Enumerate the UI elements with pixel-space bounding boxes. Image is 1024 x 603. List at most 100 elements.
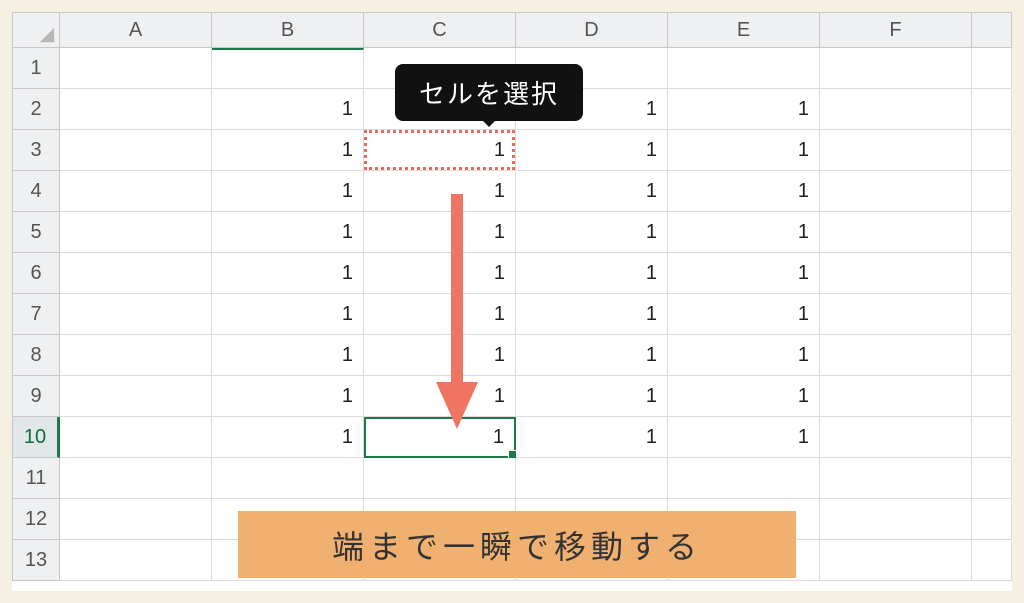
cell-C11[interactable]	[364, 458, 516, 499]
cell-F7[interactable]	[820, 294, 972, 335]
row-header-8[interactable]: 8	[12, 335, 60, 376]
cell-F6[interactable]	[820, 253, 972, 294]
cell-A1[interactable]	[60, 48, 212, 89]
cell-D11[interactable]	[516, 458, 668, 499]
row-header-4[interactable]: 4	[12, 171, 60, 212]
cell-E11[interactable]	[668, 458, 820, 499]
cell-G8[interactable]	[972, 335, 1012, 376]
row-header-10[interactable]: 10	[12, 417, 60, 458]
cell-C4[interactable]: 1	[364, 171, 516, 212]
cell-A5[interactable]	[60, 212, 212, 253]
cell-C7[interactable]: 1	[364, 294, 516, 335]
cell-F13[interactable]	[820, 540, 972, 581]
column-header-C[interactable]: C	[364, 12, 516, 48]
cell-B2[interactable]: 1	[212, 89, 364, 130]
row-header-3[interactable]: 3	[12, 130, 60, 171]
cell-B6[interactable]: 1	[212, 253, 364, 294]
cell-B9[interactable]: 1	[212, 376, 364, 417]
cell-A6[interactable]	[60, 253, 212, 294]
cell-D9[interactable]: 1	[516, 376, 668, 417]
cell-A10[interactable]	[60, 417, 212, 458]
column-header-F[interactable]: F	[820, 12, 972, 48]
cell-C8[interactable]: 1	[364, 335, 516, 376]
cell-C10[interactable]: 1	[364, 417, 516, 458]
cell-A8[interactable]	[60, 335, 212, 376]
cell-A4[interactable]	[60, 171, 212, 212]
cell-A3[interactable]	[60, 130, 212, 171]
cell-F4[interactable]	[820, 171, 972, 212]
cell-G2[interactable]	[972, 89, 1012, 130]
select-all-corner[interactable]	[12, 12, 60, 48]
cell-E3[interactable]: 1	[668, 130, 820, 171]
cell-B1[interactable]	[212, 48, 364, 89]
cell-B8[interactable]: 1	[212, 335, 364, 376]
cell-B10[interactable]: 1	[212, 417, 364, 458]
cell-D7[interactable]: 1	[516, 294, 668, 335]
cell-G9[interactable]	[972, 376, 1012, 417]
cell-F9[interactable]	[820, 376, 972, 417]
cell-G6[interactable]	[972, 253, 1012, 294]
column-header-D[interactable]: D	[516, 12, 668, 48]
cell-D5[interactable]: 1	[516, 212, 668, 253]
cell-C9[interactable]: 1	[364, 376, 516, 417]
row-header-1[interactable]: 1	[12, 48, 60, 89]
cell-D4[interactable]: 1	[516, 171, 668, 212]
cell-E8[interactable]: 1	[668, 335, 820, 376]
cell-A2[interactable]	[60, 89, 212, 130]
cell-F8[interactable]	[820, 335, 972, 376]
cell-G11[interactable]	[972, 458, 1012, 499]
cell-E7[interactable]: 1	[668, 294, 820, 335]
cell-G4[interactable]	[972, 171, 1012, 212]
cell-G13[interactable]	[972, 540, 1012, 581]
cell-E5[interactable]: 1	[668, 212, 820, 253]
cell-D3[interactable]: 1	[516, 130, 668, 171]
cell-A12[interactable]	[60, 499, 212, 540]
cell-G3[interactable]	[972, 130, 1012, 171]
cell-B3[interactable]: 1	[212, 130, 364, 171]
cell-G7[interactable]	[972, 294, 1012, 335]
row-header-12[interactable]: 12	[12, 499, 60, 540]
row-header-9[interactable]: 9	[12, 376, 60, 417]
cell-F2[interactable]	[820, 89, 972, 130]
cell-E10[interactable]: 1	[668, 417, 820, 458]
cell-E4[interactable]: 1	[668, 171, 820, 212]
page-canvas: A B C D E F 1 2 1 1 1 1 3 1 1 1 1 4	[12, 12, 1012, 591]
cell-F11[interactable]	[820, 458, 972, 499]
cell-B5[interactable]: 1	[212, 212, 364, 253]
cell-B11[interactable]	[212, 458, 364, 499]
cell-A7[interactable]	[60, 294, 212, 335]
cell-G5[interactable]	[972, 212, 1012, 253]
row-header-5[interactable]: 5	[12, 212, 60, 253]
cell-E9[interactable]: 1	[668, 376, 820, 417]
cell-A9[interactable]	[60, 376, 212, 417]
column-header-E[interactable]: E	[668, 12, 820, 48]
cell-F1[interactable]	[820, 48, 972, 89]
row-header-11[interactable]: 11	[12, 458, 60, 499]
cell-F5[interactable]	[820, 212, 972, 253]
cell-A11[interactable]	[60, 458, 212, 499]
cell-F3[interactable]	[820, 130, 972, 171]
cell-D6[interactable]: 1	[516, 253, 668, 294]
row-header-13[interactable]: 13	[12, 540, 60, 581]
cell-F12[interactable]	[820, 499, 972, 540]
cell-C5[interactable]: 1	[364, 212, 516, 253]
cell-B4[interactable]: 1	[212, 171, 364, 212]
row-header-2[interactable]: 2	[12, 89, 60, 130]
cell-G12[interactable]	[972, 499, 1012, 540]
column-header-overflow[interactable]	[972, 12, 1012, 48]
cell-D8[interactable]: 1	[516, 335, 668, 376]
cell-G10[interactable]	[972, 417, 1012, 458]
cell-D10[interactable]: 1	[516, 417, 668, 458]
cell-F10[interactable]	[820, 417, 972, 458]
cell-E6[interactable]: 1	[668, 253, 820, 294]
cell-A13[interactable]	[60, 540, 212, 581]
row-header-6[interactable]: 6	[12, 253, 60, 294]
column-header-A[interactable]: A	[60, 12, 212, 48]
cell-G1[interactable]	[972, 48, 1012, 89]
cell-E1[interactable]	[668, 48, 820, 89]
cell-E2[interactable]: 1	[668, 89, 820, 130]
column-header-B[interactable]: B	[212, 12, 364, 48]
cell-C6[interactable]: 1	[364, 253, 516, 294]
row-header-7[interactable]: 7	[12, 294, 60, 335]
cell-B7[interactable]: 1	[212, 294, 364, 335]
